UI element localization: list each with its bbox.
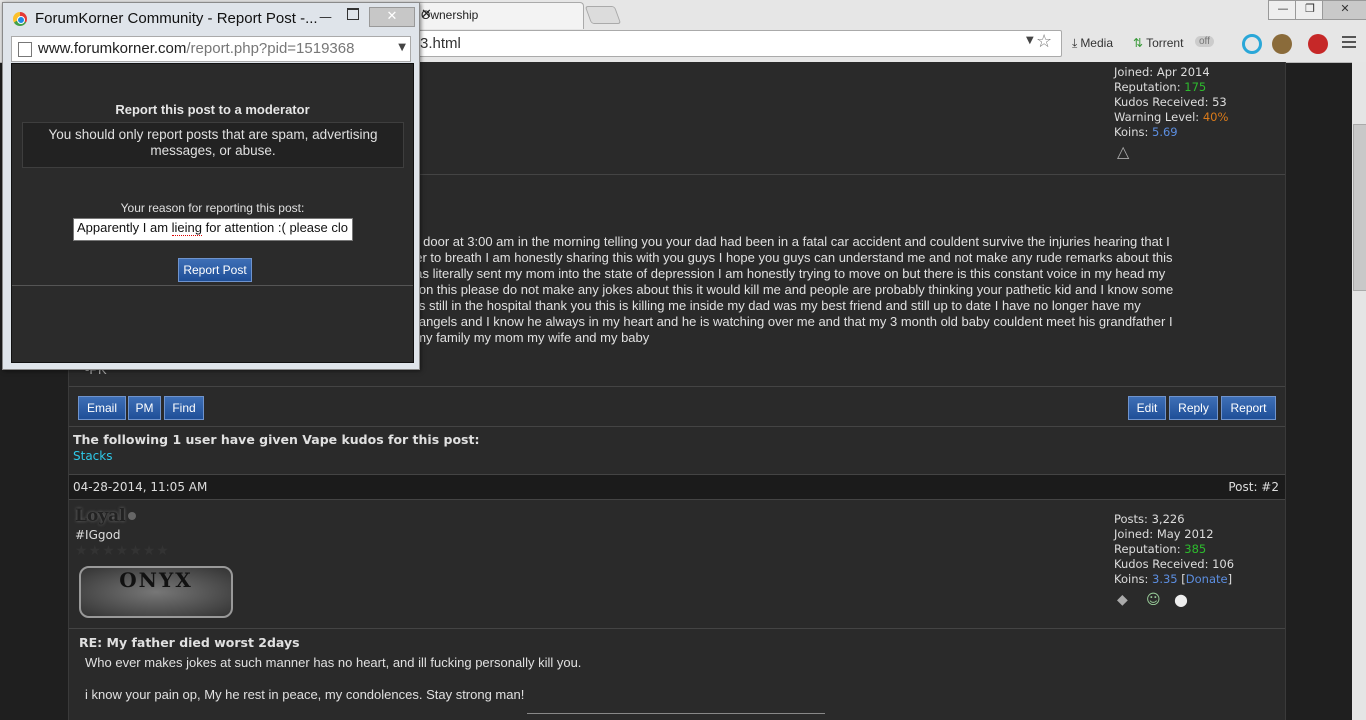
report-notice: You should only report posts that are sp… (22, 122, 404, 168)
post2-user-stats: Posts: 3,226 Joined: May 2012 Reputation… (1114, 512, 1235, 586)
address-bar[interactable]: 3.html ▼ ☆ (395, 30, 1062, 57)
extension-owl-icon[interactable] (1272, 34, 1292, 54)
scrollbar-thumb[interactable] (1353, 124, 1366, 291)
post1-line: e angels and I know he always in my hear… (408, 314, 1173, 329)
page-icon (18, 42, 32, 57)
report-heading: Report this post to a moderator (115, 102, 310, 117)
headphones-icon[interactable] (1242, 34, 1262, 54)
tab-close-icon[interactable]: ✕ (421, 6, 575, 22)
warning-level-value: 40% (1202, 110, 1229, 124)
popup-minimize-button[interactable]: — (319, 10, 332, 25)
torrent-extension-button[interactable]: ⇅ Torrent (1133, 36, 1183, 50)
chevron-down-icon[interactable]: ▼ (1026, 35, 1034, 46)
minimize-button[interactable]: — (1268, 0, 1298, 20)
post2-username-link[interactable]: Loyal (75, 506, 126, 526)
report-form: Report this post to a moderator You shou… (11, 63, 414, 363)
address-bar-url: 3.html (420, 35, 461, 52)
edit-button[interactable]: Edit (1128, 396, 1166, 420)
popup-maximize-button[interactable] (347, 8, 359, 20)
close-window-button[interactable]: ✕ (1322, 0, 1366, 20)
post1-line: f my family my mom my wife and my baby (408, 330, 650, 345)
email-button[interactable]: Email (78, 396, 126, 420)
award-diamond-icon: ◆ (1117, 592, 1128, 608)
media-extension-button[interactable]: ⤓ Media (1072, 36, 1113, 51)
popup-url: www.forumkorner.com/report.php?pid=15193… (38, 40, 355, 57)
post1-line: g on this please do not make any jokes a… (408, 282, 1174, 297)
media-icon: ⤓ (1072, 36, 1078, 50)
post2-divider (69, 628, 1285, 629)
reason-label: Your reason for reporting this post: (120, 201, 305, 215)
chevron-down-icon[interactable]: ▼ (398, 42, 406, 53)
adblock-icon[interactable] (1308, 34, 1328, 54)
browser-tab[interactable]: Ownership ✕ (400, 2, 584, 29)
torrent-icon: ⇅ (1133, 36, 1144, 50)
popup-address-bar[interactable]: www.forumkorner.com/report.php?pid=15193… (11, 36, 411, 62)
post2-date: 04-28-2014, 11:05 AM (73, 480, 208, 494)
post2-usertitle: #IGgod (75, 528, 121, 542)
post2-line: i know your pain op, My he rest in peace… (85, 687, 525, 702)
post2-number-link[interactable]: Post: #2 (1228, 480, 1279, 494)
post1-line: ur door at 3:00 am in the morning tellin… (408, 234, 1170, 249)
reason-input[interactable]: Apparently I am lieing for attention :( … (73, 218, 353, 241)
onyx-group-badge: ONYX (79, 566, 233, 618)
torrent-toggle[interactable]: off (1195, 36, 1214, 47)
popup-title: ForumKorner Community - Report Post -... (35, 10, 318, 27)
donate-link[interactable]: Donate (1186, 572, 1228, 586)
award-pyramid-icon: △ (1117, 142, 1130, 161)
offline-status-icon (128, 512, 136, 520)
kudos-user-link[interactable]: Stacks (73, 449, 112, 463)
post1-footer-divider (69, 386, 1285, 387)
menu-icon[interactable] (1342, 36, 1356, 51)
reputation-value: 175 (1184, 80, 1207, 94)
chrome-logo-icon (13, 12, 27, 26)
koins-value: 3.35 (1152, 572, 1178, 586)
report-post-button[interactable]: Report Post (178, 258, 252, 282)
new-tab-button[interactable] (584, 6, 622, 24)
maximize-button[interactable]: ❐ (1295, 0, 1325, 20)
post1-line: has literally sent my mom into the state… (408, 266, 1166, 281)
kudos-heading: The following 1 user have given Vape kud… (73, 432, 480, 447)
post2-line: Who ever makes jokes at such manner has … (85, 655, 582, 670)
reply-button[interactable]: Reply (1169, 396, 1218, 420)
report-popup-window: ForumKorner Community - Report Post -...… (2, 2, 420, 370)
kudos-divider (69, 426, 1285, 427)
koins-value: 5.69 (1152, 125, 1178, 139)
award-face-icon: ☺ (1146, 592, 1161, 608)
report-button[interactable]: Report (1221, 396, 1276, 420)
award-lightbulb-icon: ● (1174, 590, 1188, 609)
find-button[interactable]: Find (164, 396, 204, 420)
page-scrollbar[interactable] (1352, 62, 1366, 720)
post1-line: ger to breath I am honestly sharing this… (408, 250, 1173, 265)
popup-close-button[interactable]: ✕ (369, 7, 415, 27)
post2-subject: RE: My father died worst 2days (79, 635, 300, 650)
pm-button[interactable]: PM (128, 396, 161, 420)
post2-header: 04-28-2014, 11:05 AM Post: #2 (69, 474, 1285, 500)
post1-user-stats: Joined: Apr 2014 Reputation: 175 Kudos R… (1114, 65, 1229, 139)
bookmark-star-icon[interactable]: ☆ (1036, 31, 1052, 52)
form-separator (12, 285, 413, 286)
reputation-value: 385 (1184, 542, 1207, 556)
signature-divider (527, 713, 825, 714)
user-stars: ★★★★★★★ (75, 543, 170, 559)
post1-line: r is still in the hospital thank you thi… (408, 298, 1141, 313)
